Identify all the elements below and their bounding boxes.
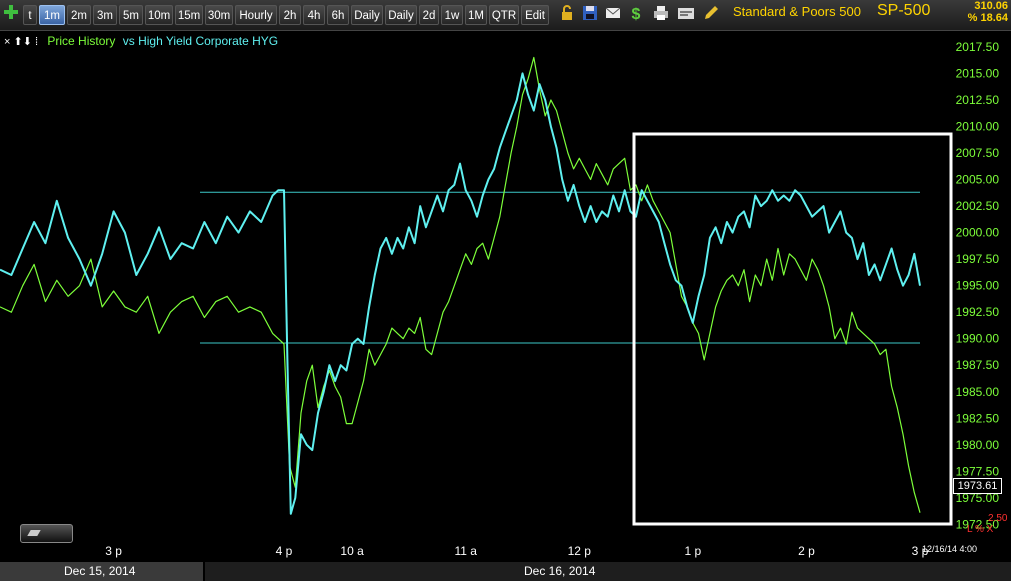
timeframe-button-4h[interactable]: 4h [303, 5, 325, 25]
timeframe-button-1m[interactable]: 1M [465, 5, 487, 25]
y-tick-label: 2005.00 [956, 173, 1000, 187]
timeframe-button-t[interactable]: t [23, 5, 37, 25]
save-icon[interactable] [581, 4, 599, 22]
y-tick-label: 2007.50 [956, 146, 1000, 160]
timeframe-button-hourly[interactable]: Hourly [235, 5, 277, 25]
x-tick-label: 11 a [454, 544, 477, 558]
timeframe-button-30m[interactable]: 30m [205, 5, 233, 25]
timeframe-button-2d[interactable]: 2d [419, 5, 439, 25]
y-tick-label: 1977.50 [956, 464, 1000, 478]
timestamp: 12/16/14 4:00 [922, 544, 978, 554]
x-tick-label: 1 p [684, 544, 701, 558]
date-label-2: Dec 16, 2014 [524, 564, 596, 578]
timeframe-button-edit[interactable]: Edit [521, 5, 549, 25]
symbol-ticker[interactable]: SP-500 [877, 2, 930, 20]
price-chart[interactable]: 2017.50 2015.00 2012.50 2010.00 2007.50 2005.… [0, 31, 1011, 562]
timeframe-button-1w[interactable]: 1w [441, 5, 463, 25]
y-tick-label: 1982.50 [956, 411, 1000, 425]
email-icon[interactable] [604, 4, 622, 22]
y-tick-label: 1980.00 [956, 438, 1000, 452]
date-bar: Dec 15, 2014 Dec 16, 2014 [0, 562, 1011, 581]
svg-text:$: $ [632, 6, 641, 22]
legend-controls[interactable]: × ⬆⬇ ⁞ [4, 36, 38, 48]
timeframe-button-6h[interactable]: 6h [327, 5, 349, 25]
timeframe-button-15m[interactable]: 15m [175, 5, 203, 25]
timeframe-button-daily[interactable]: Daily [351, 5, 383, 25]
y-tick-label: 2017.50 [956, 40, 1000, 54]
quote-percent: % 18.64 [967, 12, 1008, 24]
y-tick-label: 2012.50 [956, 93, 1000, 107]
timeframe-button-daily[interactable]: Daily [385, 5, 417, 25]
add-icon[interactable] [3, 4, 19, 20]
y-tick-label: 2010.00 [956, 119, 1000, 133]
timeframe-button-5m[interactable]: 5m [119, 5, 143, 25]
scroll-handle[interactable] [20, 524, 73, 543]
timeframe-button-qtr[interactable]: QTR [489, 5, 519, 25]
x-tick-label: 12 p [568, 544, 592, 558]
y-tick-label: 1987.50 [956, 358, 1000, 372]
timeframe-button-2h[interactable]: 2h [279, 5, 301, 25]
timeframe-button-1m[interactable]: 1m [39, 5, 65, 25]
legend-price-history: Price History [47, 34, 116, 48]
timeframe-button-2m[interactable]: 2m [67, 5, 91, 25]
settings-icon[interactable] [677, 4, 695, 22]
y-tick-label: 1985.00 [956, 385, 1000, 399]
pencil-icon[interactable] [702, 4, 720, 22]
date-label-1: Dec 15, 2014 [64, 564, 136, 578]
dollar-icon[interactable]: $ [627, 4, 645, 22]
legend-hyg: vs High Yield Corporate HYG [122, 34, 279, 48]
timeframe-button-10m[interactable]: 10m [145, 5, 173, 25]
side-flags[interactable]: L % X [967, 524, 993, 535]
print-icon[interactable] [652, 4, 670, 22]
y-tick-label: 1995.00 [956, 279, 1000, 293]
y-tick-label: 1990.00 [956, 332, 1000, 346]
y-tick-label: 2002.50 [956, 199, 1000, 213]
series-line-hyg [0, 72, 921, 515]
y-tick-label: 1997.50 [956, 252, 1000, 266]
y-tick-label: 2000.00 [956, 226, 1000, 240]
toolbar: t 1m 2m 3m 5m 10m 15m 30m Hourly 2h 4h 6h Daily Daily… [0, 0, 1011, 31]
side-value: 2.50 [988, 513, 1008, 524]
y-tick-label: 1992.50 [956, 305, 1000, 319]
x-tick-label: 2 p [798, 544, 815, 558]
lock-icon[interactable] [558, 4, 576, 22]
x-tick-label: 3 p [105, 544, 122, 558]
grip-icon [27, 530, 41, 536]
symbol-name: Standard & Poors 500 [733, 4, 861, 19]
quote-value: 310.06 [974, 0, 1008, 12]
y-tick-label: 2015.00 [956, 66, 1000, 80]
series-line-price-history [0, 56, 921, 513]
x-tick-label: 4 p [276, 544, 293, 558]
date-separator [203, 562, 205, 581]
timeframe-button-3m[interactable]: 3m [93, 5, 117, 25]
last-price-tag: 1973.61 [953, 478, 1002, 494]
chart-legend: × ⬆⬇ ⁞ Price History vs High Yield Corpo… [4, 34, 278, 48]
x-tick-label: 10 a [340, 544, 364, 558]
